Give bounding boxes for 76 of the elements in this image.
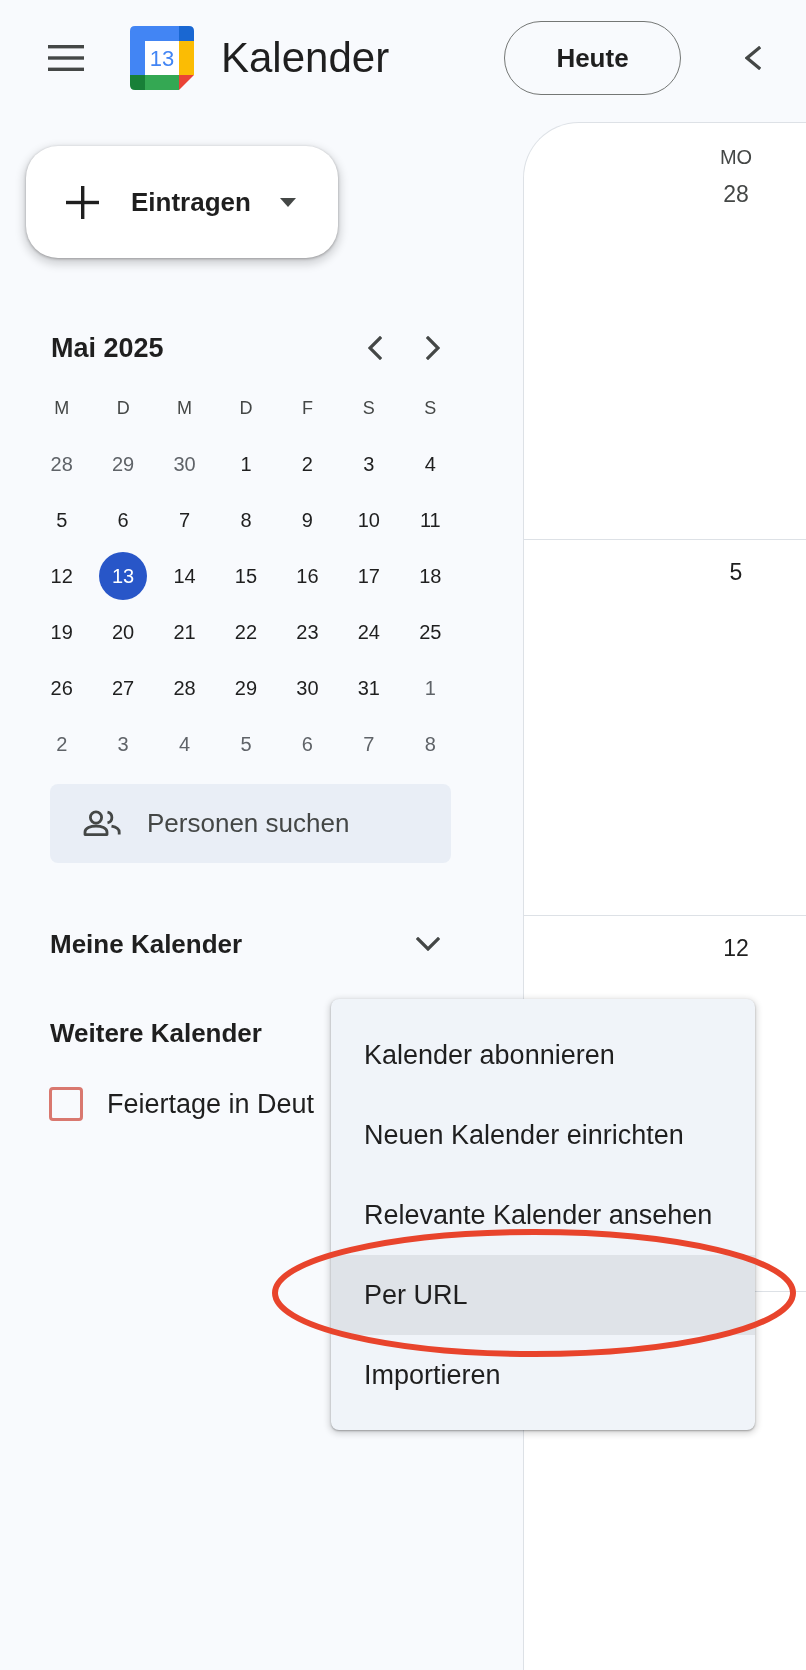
calendar-day[interactable]: 4 — [160, 720, 209, 768]
calendar-day[interactable]: 6 — [99, 496, 148, 544]
date-number[interactable]: 12 — [723, 934, 749, 962]
weekday-label: D — [116, 397, 130, 419]
weekday-label: M — [54, 397, 70, 419]
calendar-day[interactable]: 28 — [160, 664, 209, 712]
calendar-day[interactable]: 19 — [37, 608, 86, 656]
plus-icon — [66, 185, 99, 219]
calendar-day[interactable]: 30 — [160, 440, 209, 488]
weekday-header: MO — [719, 145, 753, 169]
calendar-day[interactable]: 31 — [344, 664, 393, 712]
calendar-day[interactable]: 23 — [283, 608, 332, 656]
calendar-day[interactable]: 8 — [222, 496, 270, 544]
calendar-day[interactable]: 20 — [99, 608, 148, 656]
calendar-name: Feiertage in Deut — [107, 1088, 315, 1120]
calendar-day[interactable]: 18 — [406, 552, 455, 600]
chevron-left-icon[interactable] — [745, 46, 761, 70]
calendar-day[interactable]: 6 — [283, 720, 332, 768]
calendar-day[interactable]: 13 — [99, 552, 148, 600]
calendar-day[interactable]: 17 — [344, 552, 393, 600]
app-title: Kalender — [221, 33, 390, 83]
calendar-day[interactable]: 3 — [344, 440, 393, 488]
calendar-day[interactable]: 24 — [344, 608, 393, 656]
calendar-day[interactable]: 21 — [160, 608, 209, 656]
calendar-day[interactable]: 5 — [222, 720, 270, 768]
section-title: Weitere Kalender — [50, 1017, 262, 1049]
calendar-day[interactable]: 12 — [37, 552, 86, 600]
calendar-day[interactable]: 28 — [37, 440, 86, 488]
weekday-label: F — [301, 397, 313, 419]
caret-icon — [279, 197, 296, 207]
calendar-day[interactable]: 4 — [406, 440, 455, 488]
section-title: Meine Kalender — [50, 928, 243, 960]
menu-icon[interactable] — [48, 45, 84, 71]
calendar-day[interactable]: 29 — [222, 664, 270, 712]
checkbox[interactable] — [49, 1087, 83, 1121]
calendar-day[interactable]: 2 — [283, 440, 332, 488]
chevron-right-icon[interactable] — [426, 336, 440, 360]
calendar-day[interactable]: 9 — [283, 496, 332, 544]
calendar-day[interactable]: 2 — [37, 720, 86, 768]
calendar-day[interactable]: 7 — [344, 720, 393, 768]
calendar-day[interactable]: 10 — [344, 496, 393, 544]
calendar-day[interactable]: 16 — [283, 552, 332, 600]
weekday-label: M — [177, 397, 193, 419]
calendar-day[interactable]: 8 — [406, 720, 455, 768]
calendar-day[interactable]: 26 — [37, 664, 86, 712]
calendar-day[interactable]: 1 — [222, 440, 270, 488]
people-icon — [83, 810, 121, 836]
calendar-day[interactable]: 3 — [99, 720, 148, 768]
calendar-day[interactable]: 15 — [222, 552, 270, 600]
weekday-label: S — [424, 397, 437, 419]
create-button[interactable]: Eintragen — [26, 146, 338, 258]
chevron-left-icon[interactable] — [368, 336, 382, 360]
calendar-logo-icon — [130, 26, 194, 90]
date-number[interactable]: 5 — [729, 558, 743, 586]
weekday-label: D — [239, 397, 253, 419]
calendar-day[interactable]: 30 — [283, 664, 332, 712]
calendar-day[interactable]: 29 — [99, 440, 148, 488]
calendar-day[interactable]: 22 — [222, 608, 270, 656]
menu-item[interactable]: Neuen Kalender einrichten — [331, 1095, 755, 1175]
menu-item[interactable]: Relevante Kalender ansehen — [331, 1175, 755, 1255]
calendar-day[interactable]: 5 — [37, 496, 86, 544]
date-number[interactable]: 28 — [723, 180, 749, 208]
menu-item[interactable]: Kalender abonnieren — [331, 1015, 755, 1095]
calendar-day[interactable]: 1 — [406, 664, 455, 712]
search-field[interactable]: Personen suchen — [50, 784, 451, 863]
calendar-day[interactable]: 11 — [406, 496, 455, 544]
menu-item[interactable]: Per URL — [331, 1255, 755, 1335]
calendar-day[interactable]: 7 — [160, 496, 209, 544]
month-title: Mai 2025 — [51, 332, 165, 364]
chevron-down-icon[interactable] — [416, 937, 440, 951]
menu-item[interactable]: Importieren — [331, 1335, 755, 1415]
logo-date: 13 — [149, 46, 175, 71]
calendar-day[interactable]: 25 — [406, 608, 455, 656]
weekday-label: S — [362, 397, 375, 419]
calendar-day[interactable]: 27 — [99, 664, 148, 712]
calendar-day[interactable]: 14 — [160, 552, 209, 600]
